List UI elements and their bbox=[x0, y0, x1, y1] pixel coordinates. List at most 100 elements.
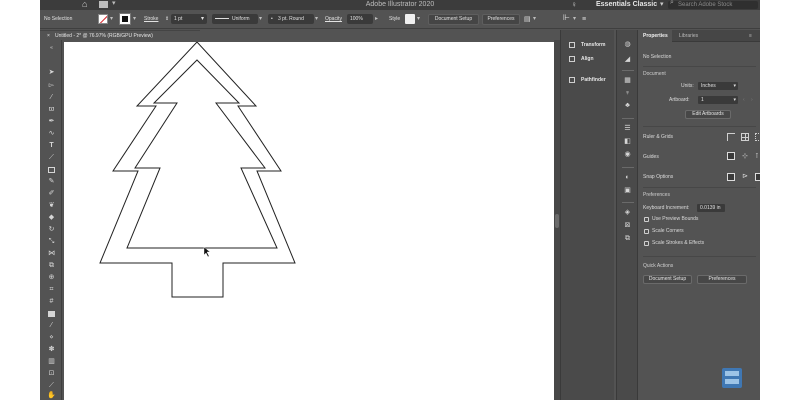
document-setup-button[interactable]: Document Setup bbox=[428, 14, 479, 25]
free-transform-icon[interactable]: ⧉ bbox=[47, 261, 56, 270]
workspace-switcher[interactable]: Essentials Classic bbox=[596, 1, 657, 9]
line-tool-icon[interactable]: ⟋ bbox=[47, 153, 56, 162]
layers-icon[interactable]: ◈ bbox=[623, 208, 632, 217]
stepper-icon[interactable]: ⇕ bbox=[165, 15, 169, 24]
lightbulb-icon[interactable]: ♀ bbox=[571, 0, 577, 9]
graphic-styles-icon[interactable]: ▣ bbox=[623, 186, 632, 195]
stock-search-input[interactable]: ⌕ Search Adobe Stock bbox=[668, 0, 758, 9]
collapse-toolbar-icon[interactable]: « bbox=[47, 44, 56, 53]
keyboard-increment-field[interactable]: 0.0139 in bbox=[697, 204, 725, 212]
gradient-icon[interactable] bbox=[48, 311, 55, 317]
mesh-icon[interactable]: # bbox=[47, 297, 56, 306]
gradient-panel-icon[interactable]: ◧ bbox=[623, 137, 632, 146]
scale-strokes-checkbox[interactable] bbox=[644, 241, 649, 246]
eyedropper-icon[interactable]: ⁄ bbox=[47, 321, 56, 330]
magic-wand-icon[interactable]: ⁄ bbox=[47, 93, 56, 102]
divider bbox=[643, 66, 756, 67]
pixel-grid-icon[interactable] bbox=[755, 133, 760, 141]
edit-artboards-button[interactable]: Edit Artboards bbox=[685, 110, 731, 119]
show-guides-icon[interactable] bbox=[727, 152, 735, 160]
pencil-icon[interactable]: ✐ bbox=[47, 189, 56, 198]
smart-guides-icon[interactable]: ⊺ bbox=[755, 153, 759, 160]
units-value: Inches bbox=[701, 83, 716, 89]
symbols-icon[interactable]: ♣ bbox=[623, 101, 632, 110]
graphic-style-swatch[interactable] bbox=[405, 14, 415, 24]
appearance-icon[interactable]: ◐ bbox=[623, 173, 632, 182]
brush-definition[interactable]: • 3 pt. Round bbox=[268, 14, 314, 24]
opacity-label[interactable]: Opacity bbox=[325, 15, 342, 24]
tab-properties[interactable]: Properties bbox=[639, 30, 672, 42]
use-preview-bounds-checkbox[interactable] bbox=[644, 217, 649, 222]
rotate-tool-icon[interactable]: ↻ bbox=[47, 225, 56, 234]
document-tab[interactable]: × Untitled - 2* @ 76.97% (RGB/GPU Previe… bbox=[40, 30, 200, 40]
chevron-down-icon[interactable]: ▾ bbox=[259, 14, 262, 24]
chevron-down-icon[interactable]: ▾ bbox=[660, 0, 664, 8]
eraser-icon[interactable]: ◆ bbox=[47, 213, 56, 222]
artboard-tool-icon[interactable]: ⊡ bbox=[47, 369, 56, 378]
stroke-icon[interactable]: ☰ bbox=[623, 124, 632, 133]
document-icon[interactable]: ▤ bbox=[524, 15, 531, 24]
type-tool-icon[interactable]: T bbox=[47, 141, 56, 150]
shaper-icon[interactable]: ❦ bbox=[47, 201, 56, 210]
rectangle-tool-icon[interactable] bbox=[48, 167, 55, 173]
chevron-down-icon[interactable]: ▾ bbox=[573, 14, 576, 24]
graph-icon[interactable]: ▥ bbox=[47, 357, 56, 366]
fill-swatch[interactable] bbox=[98, 14, 108, 24]
paintbrush-icon[interactable]: ✎ bbox=[47, 177, 56, 186]
stroke-label[interactable]: Stroke bbox=[144, 15, 158, 24]
align-icon[interactable]: ⊩ bbox=[563, 13, 570, 22]
transform-label: Transform bbox=[581, 42, 606, 48]
quick-document-setup-button[interactable]: Document Setup bbox=[643, 275, 692, 284]
scale-corners-checkbox[interactable] bbox=[644, 229, 649, 234]
stroke-swatch[interactable] bbox=[119, 13, 131, 25]
tree-inner-path[interactable] bbox=[126, 59, 278, 249]
direct-selection-tool-icon[interactable]: ▻ bbox=[47, 81, 56, 90]
chevron-down-icon[interactable]: ▾ bbox=[533, 14, 536, 24]
chevron-down-icon[interactable]: ▾ bbox=[133, 14, 136, 24]
selection-tool-icon[interactable]: ➤ bbox=[47, 68, 56, 77]
panel-menu-icon[interactable]: ≡ bbox=[749, 30, 752, 42]
blend-icon[interactable]: ⋄ bbox=[47, 333, 56, 342]
chevron-down-icon[interactable]: ▾ bbox=[110, 14, 113, 24]
units-dropdown[interactable]: Inches ▾ bbox=[698, 82, 738, 90]
opacity-field[interactable]: 100% bbox=[347, 14, 373, 24]
stroke-weight-field[interactable]: 1 pt ▾ bbox=[171, 14, 207, 24]
color-icon[interactable]: ◍ bbox=[623, 40, 632, 49]
chevron-down-icon[interactable]: ▾ bbox=[315, 14, 318, 24]
swatches-icon[interactable]: ▦ bbox=[623, 76, 632, 85]
variable-width-profile[interactable]: Uniform bbox=[212, 14, 258, 24]
screen-frame: ⌂ ▾ Adobe Illustrator 2020 ♀ Essentials … bbox=[0, 0, 800, 400]
grid-icon[interactable] bbox=[741, 133, 749, 141]
hand-tool-icon[interactable]: ✋ bbox=[47, 391, 56, 400]
transparency-icon[interactable]: ◉ bbox=[623, 150, 632, 159]
symbol-sprayer-icon[interactable]: ✽ bbox=[47, 345, 56, 354]
lock-guides-icon[interactable]: ⊹ bbox=[742, 153, 748, 160]
snap-to-grid-icon[interactable]: ⊳ bbox=[742, 173, 748, 180]
artboards-panel-icon[interactable]: ⊠ bbox=[623, 221, 632, 230]
lasso-icon[interactable]: ϖ bbox=[47, 105, 56, 114]
chevron-down-icon[interactable]: ▾ bbox=[417, 14, 420, 24]
color-guide-icon[interactable]: ◢ bbox=[623, 55, 632, 64]
brushes-icon[interactable]: ♆ bbox=[623, 89, 632, 98]
snap-to-pixel-icon[interactable] bbox=[755, 173, 760, 181]
shape-builder-icon[interactable]: ⊕ bbox=[47, 273, 56, 282]
slice-icon[interactable]: ⟋ bbox=[47, 381, 56, 390]
tab-libraries[interactable]: Libraries bbox=[675, 30, 702, 42]
quick-preferences-button[interactable]: Preferences bbox=[697, 275, 747, 284]
pen-tool-icon[interactable]: ✒ bbox=[47, 117, 56, 126]
chevron-down-icon[interactable]: ▸ bbox=[375, 14, 378, 24]
artboard-dropdown[interactable]: 1 ▾ bbox=[698, 96, 738, 104]
previous-artboard-icon[interactable]: ‹ bbox=[743, 97, 745, 104]
rulers-icon[interactable] bbox=[727, 133, 735, 141]
snap-to-point-icon[interactable] bbox=[727, 173, 735, 181]
panel-menu-icon[interactable]: ≡ bbox=[582, 15, 586, 24]
asset-export-icon[interactable]: ⧉ bbox=[623, 234, 632, 243]
perspective-icon[interactable]: ⌗ bbox=[47, 285, 56, 294]
next-artboard-icon[interactable]: › bbox=[751, 97, 753, 104]
scale-tool-icon[interactable]: ⤡ bbox=[47, 237, 56, 246]
preferences-button[interactable]: Preferences bbox=[482, 14, 520, 25]
tree-outer-path[interactable] bbox=[99, 42, 296, 298]
width-tool-icon[interactable]: ⋈ bbox=[47, 249, 56, 258]
curvature-tool-icon[interactable]: ∿ bbox=[47, 129, 56, 138]
scrollbar-thumb[interactable] bbox=[555, 214, 559, 228]
